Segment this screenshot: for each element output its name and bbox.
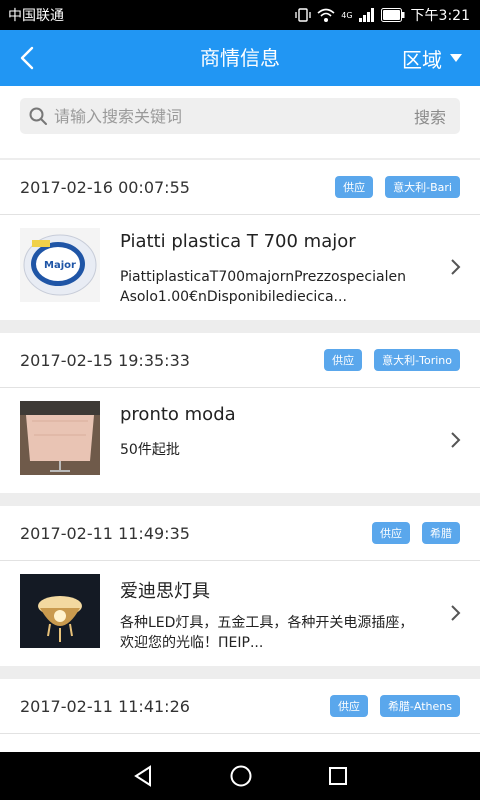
nav-bar: 商情信息 区域 (0, 30, 480, 86)
product-thumbnail (20, 401, 100, 475)
recents-square-icon[interactable] (328, 766, 348, 786)
status-icons: 4G 下午3:21 (295, 5, 470, 25)
type-tag: 供应 (324, 349, 363, 371)
wifi-icon (317, 8, 335, 22)
listing-title: 爱迪思灯具 (120, 581, 210, 602)
home-circle-icon[interactable] (229, 764, 253, 788)
listing-header: 2017-02-16 00:07:55 供应 意大利-Bari (0, 160, 480, 215)
network-type-label: 4G (341, 10, 353, 20)
location-tag: 意大利-Bari (385, 176, 460, 198)
search-area: 搜索 (0, 86, 480, 158)
region-dropdown[interactable]: 区域 (402, 30, 462, 86)
listing-date: 2017-02-15 19:35:33 (20, 350, 190, 370)
search-input[interactable] (48, 106, 414, 126)
listing-description: 各种LED灯具，五金工具，各种开关电源插座，欢迎您的光临！ΠΕΙΡ... (120, 615, 414, 651)
product-thumbnail (20, 574, 100, 648)
back-arrow-icon[interactable] (12, 42, 44, 74)
svg-text:Major: Major (44, 260, 76, 271)
type-tag: 供应 (329, 695, 368, 717)
listing-body[interactable]: Major Piatti plastica T 700 major Piatti… (0, 215, 480, 320)
listing-date: 2017-02-11 11:49:35 (20, 523, 190, 543)
location-tag: 希腊-Athens (379, 695, 460, 717)
listing-card[interactable]: 2017-02-11 11:41:26 供应 希腊-Athens (0, 679, 480, 752)
location-tag: 意大利-Torino (374, 349, 460, 371)
type-tag: 供应 (372, 522, 410, 544)
listing-body[interactable]: 爱迪思灯具 各种LED灯具，五金工具，各种开关电源插座，欢迎您的光临！ΠΕΙΡ.… (0, 561, 480, 666)
search-button[interactable]: 搜索 (414, 104, 446, 128)
battery-icon (380, 8, 405, 22)
product-thumbnail: Major (20, 228, 100, 302)
chevron-right-icon (451, 259, 461, 275)
listing-card[interactable]: 2017-02-11 11:49:35 供应 希腊 爱迪思灯具 各种LED灯具，… (0, 506, 480, 666)
listing-header: 2017-02-11 11:49:35 供应 希腊 (0, 506, 480, 561)
chevron-right-icon (451, 432, 461, 448)
chevron-right-icon (451, 605, 461, 621)
type-tag: 供应 (335, 176, 374, 198)
listing-header: 2017-02-15 19:35:33 供应 意大利-Torino (0, 333, 480, 388)
listing-title: pronto moda (120, 404, 236, 425)
listing-card[interactable]: 2017-02-15 19:35:33 供应 意大利-Torino pronto… (0, 333, 480, 493)
status-bar: 中国联通 4G 下午3:21 (0, 0, 480, 30)
listing-body[interactable] (0, 734, 480, 752)
listing-description: 50件起批 (120, 442, 180, 458)
listing-date: 2017-02-11 11:41:26 (20, 696, 190, 716)
listing-date: 2017-02-16 00:07:55 (20, 177, 190, 197)
carrier-label: 中国联通 (8, 8, 64, 24)
caret-down-icon (450, 54, 462, 62)
listing-body[interactable]: pronto moda 50件起批 (0, 388, 480, 493)
search-icon (29, 107, 47, 125)
clock-label: 下午3:21 (410, 8, 470, 24)
listing-list: 2017-02-16 00:07:55 供应 意大利-Bari Major Pi… (0, 160, 480, 752)
listing-header: 2017-02-11 11:41:26 供应 希腊-Athens (0, 679, 480, 734)
location-tag: 希腊 (422, 522, 460, 544)
system-nav-bar (0, 752, 480, 800)
back-triangle-icon[interactable] (132, 765, 154, 787)
listing-title: Piatti plastica T 700 major (120, 231, 356, 252)
listing-card[interactable]: 2017-02-16 00:07:55 供应 意大利-Bari Major Pi… (0, 160, 480, 320)
listing-description: PiattiplasticaT700majornPrezzospecialenA… (120, 269, 406, 305)
search-box: 搜索 (20, 98, 460, 134)
region-label: 区域 (402, 47, 442, 72)
vibrate-icon (295, 8, 311, 22)
signal-icon (358, 8, 374, 22)
